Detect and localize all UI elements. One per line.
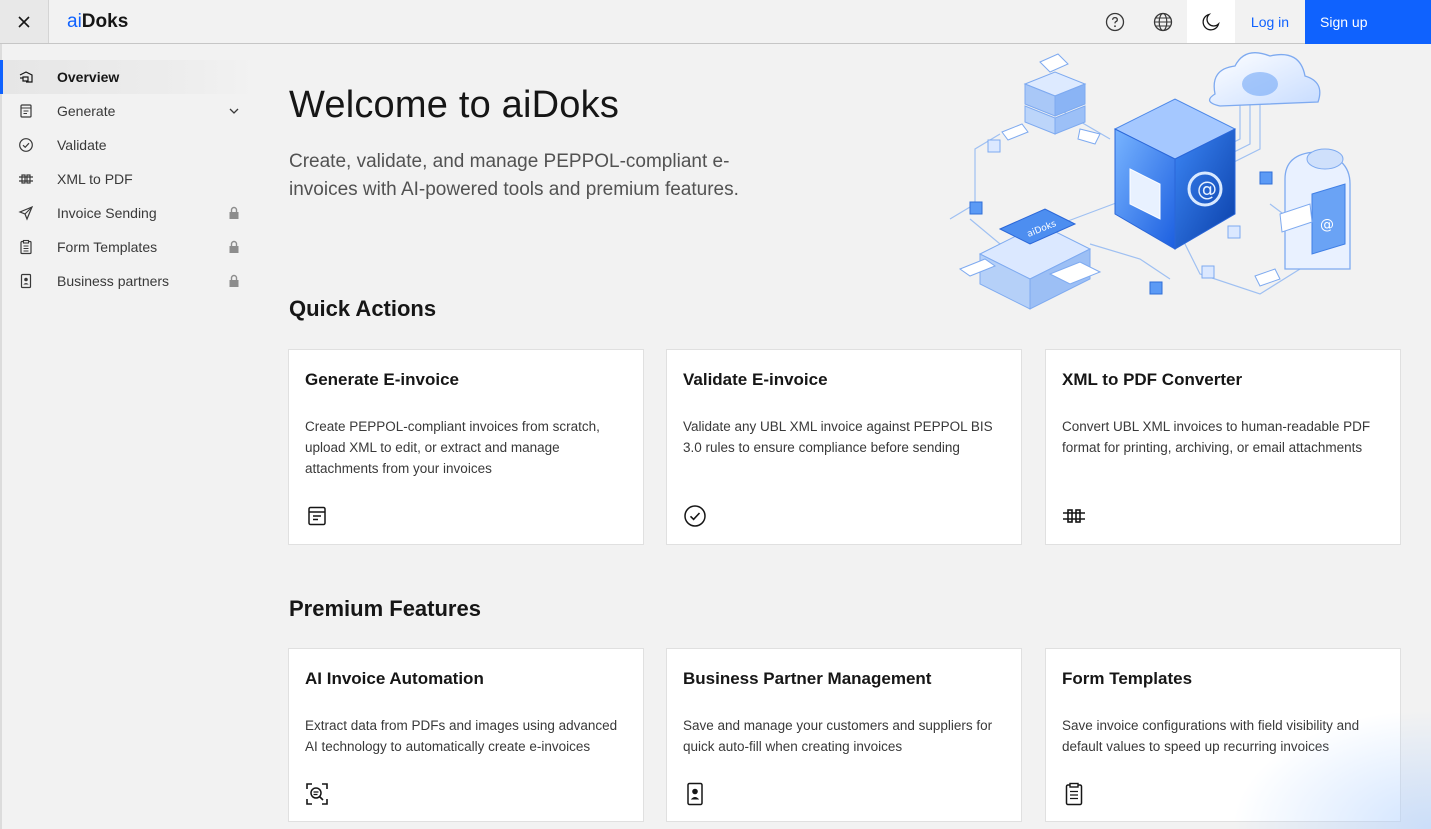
hero-illustration: @ @ aiDoks bbox=[949, 52, 1351, 310]
sidebar-item-invoice-sending[interactable]: Invoice Sending bbox=[2, 196, 256, 230]
card-validate-e-invoice[interactable]: Validate E-invoice Validate any UBL XML … bbox=[666, 349, 1022, 545]
cloud-icon bbox=[1208, 52, 1321, 107]
clipboard-icon bbox=[1062, 782, 1086, 806]
brand-name: Doks bbox=[81, 10, 129, 32]
quick-actions-title: Quick Actions bbox=[289, 296, 437, 321]
convert-icon bbox=[17, 170, 35, 188]
page-subtitle: Create, validate, and manage PEPPOL-comp… bbox=[289, 151, 739, 200]
scan-document-icon bbox=[305, 782, 329, 806]
overview-icon bbox=[17, 68, 35, 86]
sidebar-item-form-templates[interactable]: Form Templates bbox=[2, 230, 256, 264]
sidebar-item-business-partners[interactable]: Business partners bbox=[2, 264, 256, 298]
close-icon bbox=[18, 15, 30, 28]
signup-button[interactable]: Sign up bbox=[1305, 0, 1431, 44]
clipboard-icon bbox=[17, 238, 35, 256]
send-icon bbox=[17, 204, 35, 222]
language-button[interactable] bbox=[1139, 0, 1187, 43]
convert-icon bbox=[1062, 504, 1086, 528]
card-description: Save and manage your customers and suppl… bbox=[683, 718, 993, 754]
card-description: Create PEPPOL-compliant invoices from sc… bbox=[305, 419, 600, 476]
sidebar-item-label: Form Templates bbox=[57, 239, 158, 255]
premium-features-title: Premium Features bbox=[289, 596, 481, 621]
contact-card-icon bbox=[17, 272, 35, 290]
card-description: Extract data from PDFs and images using … bbox=[305, 718, 618, 754]
sidebar-nav: Overview Generate Validate XML to PDF In… bbox=[0, 44, 256, 829]
brand-prefix: ai bbox=[67, 10, 82, 32]
sidebar-item-overview[interactable]: Overview bbox=[0, 60, 256, 94]
sidebar-item-label: Business partners bbox=[57, 273, 170, 289]
top-header: aiDoks Log in Sign up bbox=[0, 0, 1431, 44]
login-button[interactable]: Log in bbox=[1235, 0, 1305, 43]
card-title: Business Partner Management bbox=[683, 669, 932, 688]
card-description: Validate any UBL XML invoice against PEP… bbox=[683, 419, 993, 455]
card-title: Generate E-invoice bbox=[305, 370, 460, 389]
card-xml-to-pdf-converter[interactable]: XML to PDF Converter Convert UBL XML inv… bbox=[1045, 349, 1401, 545]
page-title: Welcome to aiDoks bbox=[289, 84, 620, 126]
sidebar-item-label: Overview bbox=[57, 69, 120, 85]
envelope-cube: @ bbox=[1113, 98, 1237, 250]
card-title: XML to PDF Converter bbox=[1062, 370, 1243, 389]
card-title: Validate E-invoice bbox=[683, 370, 828, 389]
card-description: Convert UBL XML invoices to human-readab… bbox=[1062, 419, 1371, 455]
document-icon bbox=[17, 102, 35, 120]
document-icon bbox=[305, 504, 329, 528]
contact-card-icon bbox=[683, 782, 707, 806]
brand-logo[interactable]: aiDoks bbox=[67, 11, 128, 33]
card-description: Save invoice configurations with field v… bbox=[1062, 718, 1360, 754]
card-generate-e-invoice[interactable]: Generate E-invoice Create PEPPOL-complia… bbox=[288, 349, 644, 545]
moon-icon bbox=[1202, 12, 1220, 30]
sidebar-item-validate[interactable]: Validate bbox=[2, 128, 256, 162]
card-ai-invoice-automation[interactable]: AI Invoice Automation Extract data from … bbox=[288, 648, 644, 822]
sidebar-item-label: Validate bbox=[57, 137, 107, 153]
theme-toggle-button[interactable] bbox=[1187, 0, 1235, 43]
sidebar-item-label: XML to PDF bbox=[57, 171, 133, 187]
svg-text:@: @ bbox=[1320, 217, 1334, 233]
close-menu-button[interactable] bbox=[0, 0, 49, 43]
checkmark-circle-icon bbox=[17, 136, 35, 154]
sidebar-item-label: Generate bbox=[57, 103, 116, 119]
lock-icon bbox=[226, 239, 242, 255]
help-button[interactable] bbox=[1091, 0, 1139, 43]
card-title: Form Templates bbox=[1062, 669, 1193, 688]
card-business-partner-management[interactable]: Business Partner Management Save and man… bbox=[666, 648, 1022, 822]
sidebar-item-generate[interactable]: Generate bbox=[2, 94, 256, 128]
svg-text:@: @ bbox=[1197, 177, 1217, 201]
lock-icon bbox=[226, 205, 242, 221]
globe-icon bbox=[1153, 12, 1173, 31]
card-form-templates[interactable]: Form Templates Save invoice configuratio… bbox=[1045, 648, 1401, 822]
sidebar-item-xml-to-pdf[interactable]: XML to PDF bbox=[2, 162, 256, 196]
checkmark-circle-icon bbox=[683, 504, 707, 528]
help-icon bbox=[1105, 12, 1125, 31]
sidebar-item-label: Invoice Sending bbox=[57, 205, 157, 221]
card-title: AI Invoice Automation bbox=[305, 669, 484, 688]
chevron-down-icon[interactable] bbox=[226, 103, 242, 119]
lock-icon bbox=[226, 273, 242, 289]
